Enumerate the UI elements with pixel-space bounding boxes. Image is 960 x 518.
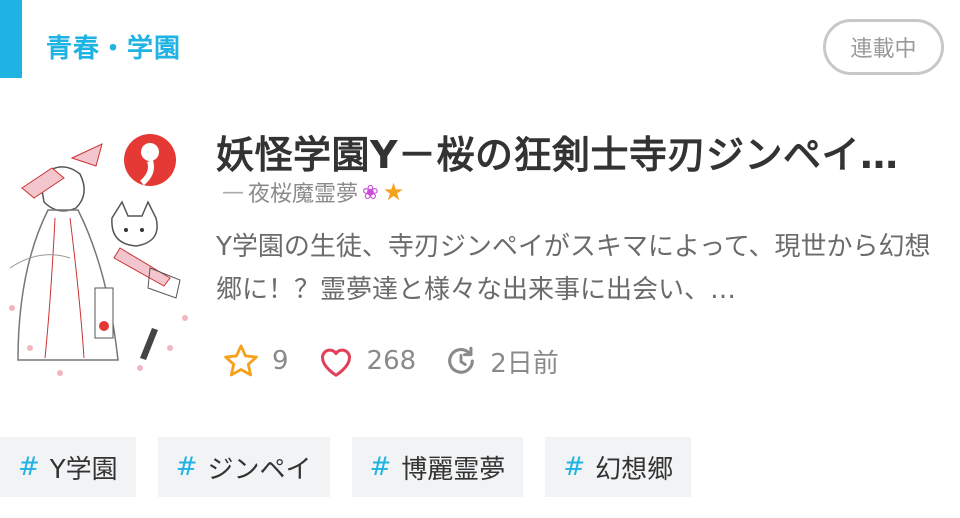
flower-icon: ❀ <box>362 180 379 204</box>
tag-chip[interactable]: # 幻想郷 <box>545 437 692 497</box>
updated-stat: 2日前 <box>444 343 559 380</box>
tag-label: Y学園 <box>49 454 118 485</box>
heart-icon <box>320 348 351 377</box>
like-stat: 268 <box>317 343 417 379</box>
genre-accent-bar <box>0 0 22 78</box>
hash-icon: # <box>369 452 392 482</box>
tag-chip[interactable]: # Y学園 <box>0 437 136 497</box>
star-outline-icon <box>224 344 258 377</box>
story-description[interactable]: Y学園の生徒、寺刃ジンペイがスキマによって、現世から幻想郷に！？霊夢達と様々な出… <box>216 226 944 312</box>
tag-label: 博麗霊夢 <box>401 454 506 485</box>
author-line[interactable]: — 夜桜魔霊夢 ❀ ★ <box>222 176 404 208</box>
hash-icon: # <box>175 452 198 482</box>
story-title[interactable]: 妖怪学園Y－桜の狂剣士寺刃ジンペイ… <box>216 124 940 179</box>
tag-label: 幻想郷 <box>595 454 674 485</box>
tag-chip[interactable]: # 博麗霊夢 <box>351 437 524 497</box>
refresh-clock-icon <box>448 346 475 374</box>
cover-image[interactable] <box>0 118 200 396</box>
star-count: 9 <box>272 346 289 376</box>
story-stats: 9 268 2日前 <box>222 338 587 384</box>
star-icon: ★ <box>382 178 405 206</box>
author-dash: — <box>222 179 244 205</box>
tag-list: # Y学園 # ジンペイ # 博麗霊夢 # 幻想郷 <box>0 437 692 497</box>
like-count: 268 <box>366 346 417 376</box>
cover-illustration <box>0 118 200 396</box>
hash-icon: # <box>563 452 586 482</box>
tag-label: ジンペイ <box>207 454 312 485</box>
status-badge: 連載中 <box>823 19 944 75</box>
updated-time: 2日前 <box>490 348 559 379</box>
star-stat: 9 <box>222 342 289 380</box>
genre-label[interactable]: 青春・学園 <box>46 28 181 65</box>
tag-chip[interactable]: # ジンペイ <box>157 437 330 497</box>
hash-icon: # <box>18 452 40 482</box>
author-name[interactable]: 夜桜魔霊夢 <box>248 176 358 208</box>
